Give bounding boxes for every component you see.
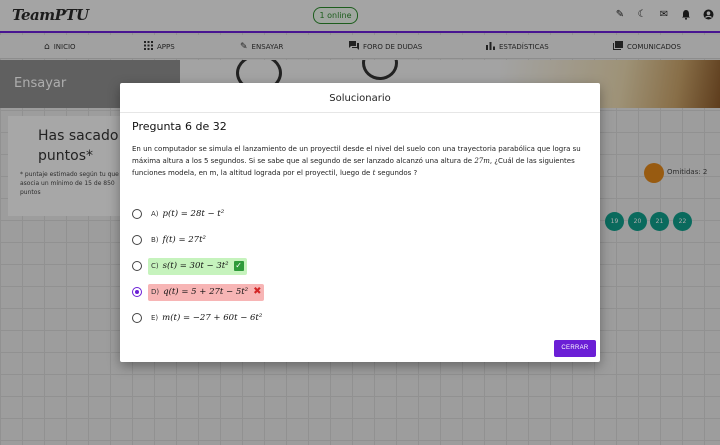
radio-button[interactable] [132, 313, 142, 323]
answer-option-e[interactable]: E) m(t) = −27 + 60t − 6t² [132, 310, 265, 326]
radio-button[interactable] [132, 235, 142, 245]
solucionario-dialog: Solucionario Pregunta 6 de 32 En un comp… [120, 83, 600, 362]
option-letter: C) [151, 262, 159, 270]
option-body-wrong: D) q(t) = 5 + 27t − 5t² ✖ [148, 283, 265, 301]
question-heading: Pregunta 6 de 32 [132, 120, 227, 133]
close-button[interactable]: CERRAR [554, 340, 596, 357]
option-body: A) p(t) = 28t − t² [148, 206, 227, 223]
answer-option-d[interactable]: D) q(t) = 5 + 27t − 5t² ✖ [132, 283, 265, 301]
question-math: 27m [474, 157, 490, 165]
option-formula: q(t) = 5 + 27t − 5t² [163, 287, 249, 297]
cross-icon: ✖ [253, 286, 262, 297]
dialog-divider [120, 112, 600, 113]
radio-button[interactable] [132, 209, 142, 219]
option-body: B) f(t) = 27t² [148, 232, 209, 249]
answer-option-c[interactable]: C) s(t) = 30t − 3t² ✓ [132, 257, 247, 275]
option-letter: E) [151, 314, 159, 322]
option-formula: m(t) = −27 + 60t − 6t² [162, 313, 263, 323]
radio-button-selected[interactable] [132, 287, 142, 297]
option-body: E) m(t) = −27 + 60t − 6t² [148, 310, 265, 327]
dialog-title: Solucionario [329, 93, 391, 104]
option-letter: A) [151, 210, 159, 218]
option-letter: B) [151, 236, 159, 244]
option-formula: p(t) = 28t − t² [162, 209, 225, 219]
check-icon: ✓ [233, 261, 244, 271]
answer-option-a[interactable]: A) p(t) = 28t − t² [132, 206, 227, 222]
answer-option-b[interactable]: B) f(t) = 27t² [132, 232, 209, 248]
radio-button[interactable] [132, 261, 142, 271]
question-text-part: segundos ? [375, 169, 418, 177]
option-body-correct: C) s(t) = 30t − 3t² ✓ [148, 257, 247, 275]
option-formula: s(t) = 30t − 3t² [162, 261, 229, 271]
option-letter: D) [151, 288, 160, 296]
option-formula: f(t) = 27t² [162, 235, 206, 245]
question-text: En un computador se simula el lanzamient… [132, 143, 582, 179]
